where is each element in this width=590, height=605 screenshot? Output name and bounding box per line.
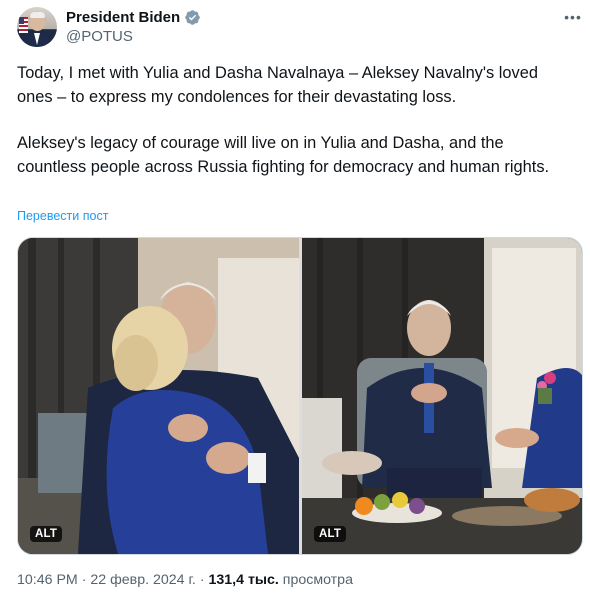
photo-embrace[interactable]: ALT	[18, 238, 299, 554]
views-count: 131,4 тыс.	[208, 572, 279, 588]
alt-badge-2[interactable]: ALT	[314, 526, 347, 542]
tweet-date[interactable]: 22 февр. 2024 г.	[90, 572, 195, 588]
tweet-paragraph-2: Aleksey's legacy of courage will live on…	[17, 134, 550, 176]
meta-separator: ·	[81, 572, 87, 588]
alt-badge-1[interactable]: ALT	[30, 526, 63, 542]
author-name[interactable]: President Biden	[66, 9, 180, 26]
tweet-text: Today, I met with Yulia and Dasha Navaln…	[17, 62, 573, 179]
tweet: President Biden @POTUS ••• Today, I met …	[0, 0, 590, 605]
views-label: просмотра	[282, 572, 353, 588]
tweet-meta: 10:46 PM · 22 февр. 2024 г. · 131,4 тыс.…	[17, 572, 353, 588]
author-name-row: President Biden	[66, 8, 201, 27]
more-options-icon[interactable]: •••	[563, 7, 583, 27]
tweet-time[interactable]: 10:46 PM	[17, 572, 78, 588]
flag-icon	[19, 17, 28, 33]
photo-embrace-image	[18, 238, 299, 554]
avatar[interactable]	[17, 7, 57, 47]
meta-separator-2: ·	[199, 572, 205, 588]
photo-meeting-image	[302, 238, 582, 554]
author-handle[interactable]: @POTUS	[66, 28, 133, 45]
tweet-paragraph-1: Today, I met with Yulia and Dasha Navaln…	[17, 64, 538, 106]
verified-badge-icon	[185, 10, 200, 25]
translate-post-link[interactable]: Перевести пост	[17, 209, 108, 223]
media-grid: ALT ALT	[17, 237, 583, 555]
photo-meeting[interactable]: ALT	[302, 238, 582, 554]
avatar-hair	[30, 12, 45, 18]
